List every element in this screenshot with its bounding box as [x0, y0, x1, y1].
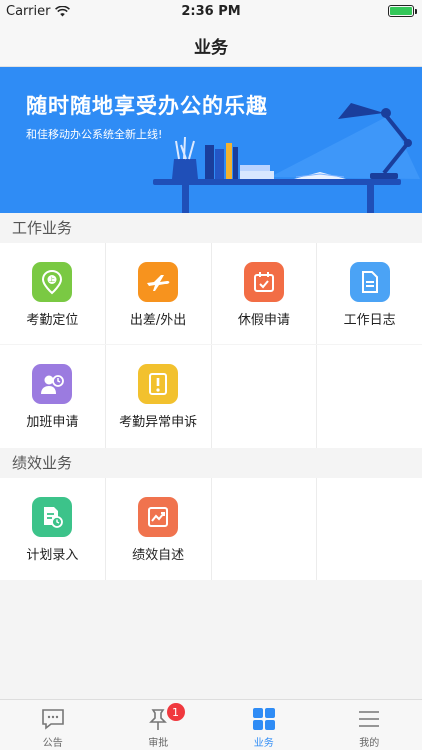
empty-cell [211, 345, 317, 448]
work-services-row-2: 加班申请 考勤异常申诉 [0, 345, 422, 448]
tab-announcements[interactable]: 公告 [0, 700, 106, 750]
work-services-row-1: 上 考勤定位 出差/外出 休假申请 工作日志 [0, 243, 422, 344]
notification-badge: 1 [166, 703, 185, 721]
chart-icon [138, 497, 179, 537]
service-label: 加班申请 [26, 415, 79, 430]
tab-mine[interactable]: 我的 [317, 700, 422, 750]
service-label: 计划录入 [26, 548, 79, 563]
service-overtime-request[interactable]: 加班申请 [0, 345, 105, 448]
airplane-icon [138, 262, 179, 302]
tab-label: 审批 [148, 738, 169, 749]
section-header-work: 工作业务 [0, 213, 422, 243]
service-business-trip[interactable]: 出差/外出 [105, 243, 211, 344]
performance-services-row: 计划录入 绩效自述 [0, 478, 422, 580]
exclamation-icon [138, 364, 179, 404]
tab-label: 我的 [359, 738, 380, 749]
plan-entry-icon [32, 497, 73, 537]
service-plan-entry[interactable]: 计划录入 [0, 478, 105, 580]
location-icon: 上 [32, 262, 73, 302]
banner-title: 随时随地享受办公的乐趣 [26, 94, 268, 118]
banner-subtitle: 和佳移动办公系统全新上线! [26, 128, 163, 141]
promo-banner[interactable]: 随时随地享受办公的乐趣 和佳移动办公系统全新上线! [0, 67, 422, 213]
nav-bar: 业务 [0, 24, 422, 67]
page-title: 业务 [194, 37, 228, 58]
empty-cell [211, 478, 317, 580]
tab-approval[interactable]: 审批 1 [106, 700, 212, 750]
status-bar: Carrier 2:36 PM [0, 0, 422, 24]
battery-icon [388, 5, 417, 17]
tab-bar: 公告 审批 1 业务 我的 [0, 699, 422, 750]
service-label: 出差/外出 [129, 313, 187, 328]
service-attendance-appeal[interactable]: 考勤异常申诉 [105, 345, 211, 448]
empty-cell [317, 345, 422, 448]
chat-bubble-icon [41, 709, 64, 730]
service-performance-statement[interactable]: 绩效自述 [105, 478, 211, 580]
document-icon [349, 262, 390, 302]
service-label: 休假申请 [237, 313, 290, 328]
tab-business[interactable]: 业务 [211, 700, 317, 750]
section-header-performance: 绩效业务 [0, 448, 422, 478]
service-label: 考勤定位 [26, 313, 79, 328]
tab-label: 业务 [253, 738, 274, 749]
tab-label: 公告 [42, 738, 63, 749]
grid-icon [252, 708, 275, 730]
empty-cell [317, 478, 422, 580]
service-label: 考勤异常申诉 [119, 415, 198, 430]
user-clock-icon [32, 364, 73, 404]
status-time: 2:36 PM [181, 4, 241, 19]
service-leave-request[interactable]: 休假申请 [211, 243, 317, 344]
service-label: 绩效自述 [132, 548, 185, 563]
calendar-check-icon [243, 262, 284, 302]
service-work-log[interactable]: 工作日志 [317, 243, 422, 344]
service-attendance-location[interactable]: 上 考勤定位 [0, 243, 105, 344]
service-label: 工作日志 [343, 313, 396, 328]
menu-icon [359, 711, 380, 727]
svg-text:上: 上 [49, 276, 55, 284]
